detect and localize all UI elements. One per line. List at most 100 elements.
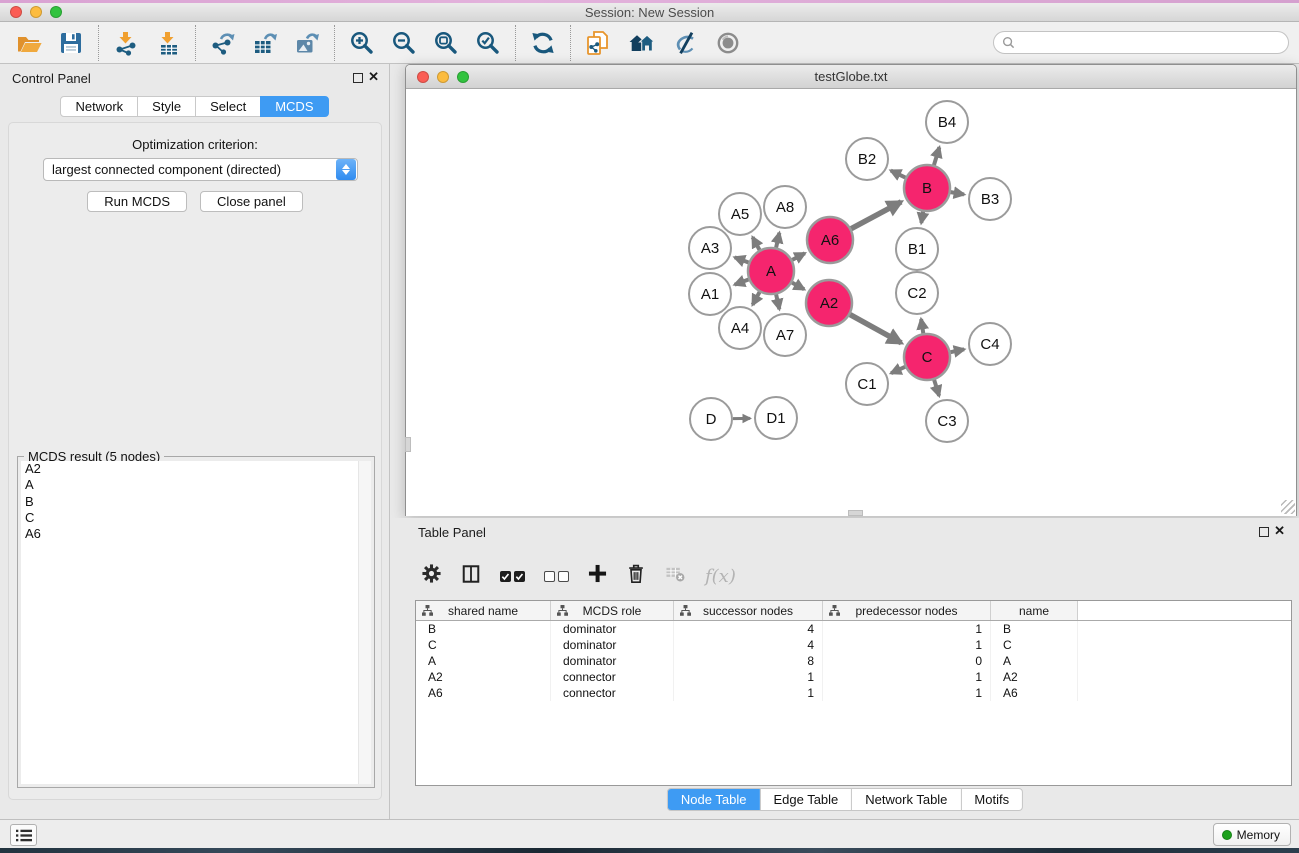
cell-name[interactable]: B [991,621,1078,637]
result-list-item[interactable]: A6 [21,526,371,542]
node-A6[interactable]: A6 [807,217,853,263]
cell-MCDS-role[interactable]: dominator [551,653,674,669]
column-header-successor-nodes[interactable]: successor nodes [674,601,823,620]
cell-shared-name[interactable]: A2 [416,669,551,685]
cell-name[interactable]: A2 [991,669,1078,685]
node-B1[interactable]: B1 [896,228,938,270]
first-neighbors-button[interactable] [619,25,665,61]
delete-table-button[interactable] [665,564,686,588]
node-A4[interactable]: A4 [719,307,761,349]
node-A[interactable]: A [748,248,794,294]
horizontal-scrollbar-thumb[interactable] [848,510,863,516]
network-graph-svg[interactable]: B4B2BB3A8A5A6A3B1AA1C2A2A4A7C4CC1C3DD1 [406,90,1296,516]
zoom-out-button[interactable] [383,25,425,61]
edge-A2-C[interactable] [850,315,901,343]
table-row[interactable]: A6connector11A6 [416,685,1291,701]
tab-motifs[interactable]: Motifs [960,789,1022,810]
cell-successor-nodes[interactable]: 1 [674,685,823,701]
cell-predecessor-nodes[interactable]: 1 [823,669,991,685]
cell-MCDS-role[interactable]: connector [551,669,674,685]
delete-column-button[interactable] [626,563,646,589]
result-list-item[interactable]: B [21,494,371,510]
node-A7[interactable]: A7 [764,314,806,356]
node-D[interactable]: D [690,398,732,440]
cell-predecessor-nodes[interactable]: 1 [823,637,991,653]
cell-shared-name[interactable]: B [416,621,551,637]
edge-A6-B[interactable] [851,202,901,229]
edge-A-A2[interactable] [792,283,804,290]
node-B[interactable]: B [904,165,950,211]
network-canvas[interactable]: B4B2BB3A8A5A6A3B1AA1C2A2A4A7C4CC1C3DD1 [406,90,1296,516]
run-mcds-button[interactable]: Run MCDS [87,191,187,212]
edge-A-A7[interactable] [776,294,779,309]
tab-mcds[interactable]: MCDS [260,96,328,117]
node-A2[interactable]: A2 [806,280,852,326]
memory-button[interactable]: Memory [1213,823,1291,846]
zoom-fit-button[interactable] [425,25,467,61]
close-panel-icon[interactable]: ✕ [368,69,379,85]
export-network-button[interactable] [202,25,244,61]
apply-layout-button[interactable] [522,25,564,61]
cell-predecessor-nodes[interactable]: 0 [823,653,991,669]
node-C1[interactable]: C1 [846,363,888,405]
cell-name[interactable]: A [991,653,1078,669]
window-resize-grip[interactable] [1281,500,1295,514]
tab-edge-table[interactable]: Edge Table [759,789,851,810]
search-input[interactable] [1020,35,1288,50]
node-B2[interactable]: B2 [846,138,888,180]
import-network-button[interactable] [105,25,147,61]
node-C3[interactable]: C3 [926,400,968,442]
select-all-button[interactable] [500,571,525,582]
table-row[interactable]: Cdominator41C [416,637,1291,653]
result-list-item[interactable]: A2 [21,461,371,477]
edge-A-A4[interactable] [753,292,760,305]
cell-predecessor-nodes[interactable]: 1 [823,685,991,701]
cell-name[interactable]: A6 [991,685,1078,701]
edge-C-C1[interactable] [891,367,905,373]
hide-graphics-details-button[interactable] [665,25,707,61]
edge-A-A6[interactable] [792,253,805,260]
zoom-selected-button[interactable] [467,25,509,61]
node-B3[interactable]: B3 [969,178,1011,220]
column-header-name[interactable]: name [991,601,1078,620]
edge-A-A8[interactable] [776,233,779,248]
close-panel-icon[interactable]: ✕ [1274,523,1285,539]
column-header-MCDS-role[interactable]: MCDS role [551,601,674,620]
criterion-select[interactable]: largest connected component (directed) [43,158,358,181]
column-header-shared-name[interactable]: shared name [416,601,551,620]
cell-successor-nodes[interactable]: 4 [674,621,823,637]
edge-A-A3[interactable] [735,257,749,262]
edge-B-B3[interactable] [951,192,964,194]
result-list-item[interactable]: C [21,510,371,526]
edge-B-B2[interactable] [891,170,906,177]
edge-C-C3[interactable] [934,380,939,396]
cell-shared-name[interactable]: A6 [416,685,551,701]
float-panel-icon[interactable] [1259,527,1269,537]
node-C[interactable]: C [904,334,950,380]
table-row[interactable]: Bdominator41B [416,621,1291,637]
node-A5[interactable]: A5 [719,193,761,235]
cell-MCDS-role[interactable]: dominator [551,637,674,653]
cell-MCDS-role[interactable]: dominator [551,621,674,637]
cell-shared-name[interactable]: C [416,637,551,653]
column-visibility-button[interactable] [461,564,481,589]
edge-A-A1[interactable] [735,279,749,284]
export-table-button[interactable] [244,25,286,61]
tab-select[interactable]: Select [195,96,261,117]
table-options-button[interactable] [421,563,442,589]
network-window-title-bar[interactable]: testGlobe.txt [406,65,1296,89]
export-image-button[interactable] [286,25,328,61]
column-header-predecessor-nodes[interactable]: predecessor nodes [823,601,991,620]
result-list-item[interactable]: A [21,477,371,493]
edge-A-A5[interactable] [753,237,760,250]
copy-network-button[interactable] [577,25,619,61]
open-session-button[interactable] [8,25,50,61]
node-B4[interactable]: B4 [926,101,968,143]
vertical-scrollbar-thumb[interactable] [405,437,411,452]
edge-B-B1[interactable] [921,212,923,223]
edge-B-B4[interactable] [934,147,939,165]
cell-predecessor-nodes[interactable]: 1 [823,621,991,637]
cell-MCDS-role[interactable]: connector [551,685,674,701]
edge-C-C2[interactable] [921,319,923,333]
tab-node-table[interactable]: Node Table [668,789,760,810]
